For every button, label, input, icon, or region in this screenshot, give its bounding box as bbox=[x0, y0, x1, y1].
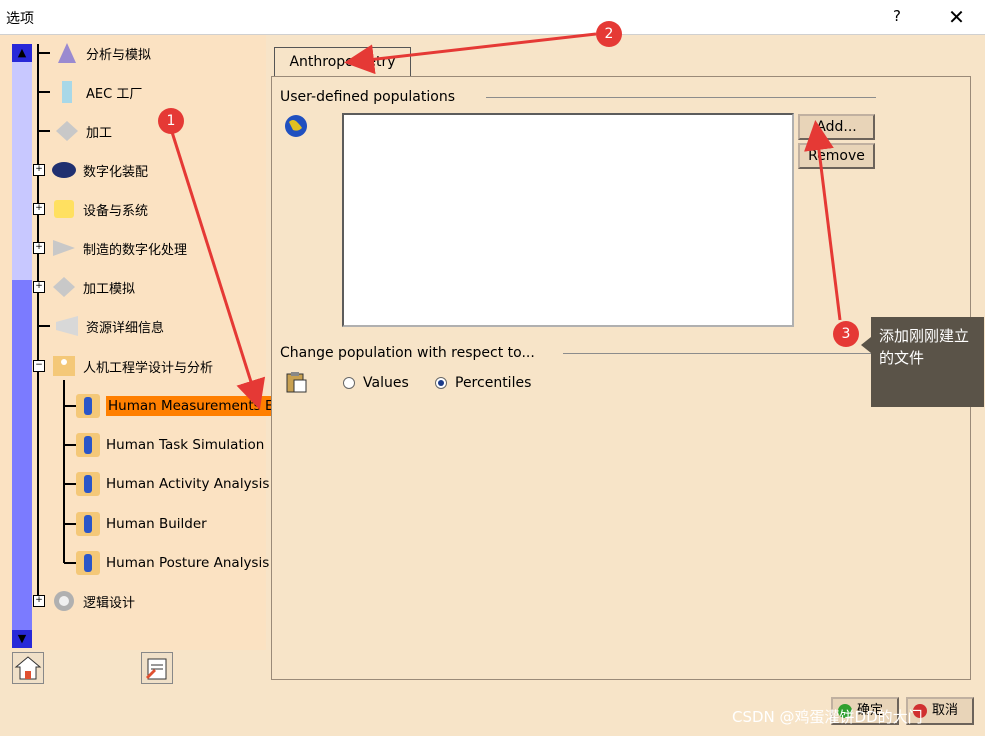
digital-assembly-icon bbox=[51, 158, 77, 182]
add-button[interactable]: Add... bbox=[798, 114, 875, 140]
user-defined-populations-label: User-defined populations bbox=[280, 89, 455, 105]
tree-node-machining-simulation[interactable]: + 加工模拟 bbox=[33, 272, 135, 302]
annotation-badge-2: 2 bbox=[596, 21, 622, 47]
home-tool-icon[interactable] bbox=[12, 652, 44, 684]
resource-details-icon bbox=[54, 314, 80, 338]
radio-dot-selected-icon[interactable] bbox=[435, 377, 447, 389]
tree-node-ergonomics[interactable]: − 人机工程学设计与分析 bbox=[33, 351, 213, 381]
globe-icon bbox=[284, 114, 308, 138]
group-divider bbox=[563, 353, 873, 354]
tree-node-resource-details[interactable]: 资源详细信息 bbox=[38, 311, 164, 341]
expand-icon[interactable]: + bbox=[33, 242, 45, 254]
tree-child-human-task-simulation[interactable]: Human Task Simulation bbox=[64, 430, 264, 460]
window-title: 选项 bbox=[6, 11, 34, 27]
annotation-badge-3: 3 bbox=[833, 321, 859, 347]
ergonomics-icon bbox=[51, 354, 77, 378]
expand-icon[interactable]: + bbox=[33, 595, 45, 607]
tree-scrollbar[interactable]: ▲ ▼ bbox=[12, 44, 32, 648]
title-bar: 选项 ? ✕ bbox=[0, 0, 985, 35]
tree-node-logic-design[interactable]: + 逻辑设计 bbox=[33, 586, 135, 616]
machining-simulation-icon bbox=[51, 275, 77, 299]
radio-dot-icon[interactable] bbox=[343, 377, 355, 389]
tree-node-equipment-systems[interactable]: + 设备与系统 bbox=[33, 194, 148, 224]
digital-manufacturing-icon bbox=[51, 236, 77, 260]
annotation-badge-1: 1 bbox=[158, 108, 184, 134]
tree-node-digital-assembly[interactable]: + 数字化装配 bbox=[33, 155, 148, 185]
tree-child-human-activity-analysis[interactable]: Human Activity Analysis bbox=[64, 469, 269, 499]
change-population-label: Change population with respect to... bbox=[280, 345, 535, 361]
equipment-systems-icon bbox=[51, 197, 77, 221]
close-button[interactable]: ✕ bbox=[928, 0, 985, 34]
remove-button[interactable]: Remove bbox=[798, 143, 875, 169]
expand-icon[interactable]: + bbox=[33, 281, 45, 293]
human-posture-analysis-icon bbox=[76, 551, 100, 575]
expand-icon[interactable]: + bbox=[33, 203, 45, 215]
human-builder-icon bbox=[76, 512, 100, 536]
populations-list[interactable] bbox=[342, 113, 794, 327]
aec-factory-icon bbox=[54, 80, 80, 104]
logic-design-icon bbox=[51, 589, 77, 613]
tree-node-aec[interactable]: AEC 工厂 bbox=[38, 77, 142, 107]
machining-icon bbox=[54, 119, 80, 143]
collapse-icon[interactable]: − bbox=[33, 360, 45, 372]
tree-child-human-posture-analysis[interactable]: Human Posture Analysis bbox=[64, 548, 269, 578]
tree-node-machining[interactable]: 加工 bbox=[38, 116, 112, 146]
analysis-icon bbox=[54, 41, 80, 65]
tab-anthropometry[interactable]: Anthropometry bbox=[274, 47, 411, 76]
values-radio[interactable]: Values bbox=[343, 375, 409, 391]
percentiles-radio[interactable]: Percentiles bbox=[435, 375, 531, 391]
annotation-tooltip: 添加刚刚建立的文件 bbox=[861, 317, 984, 407]
watermark: CSDN @鸡蛋灌饼DD的大门 bbox=[732, 708, 923, 726]
scroll-down-button[interactable]: ▼ bbox=[12, 630, 32, 648]
human-activity-analysis-icon bbox=[76, 472, 100, 496]
human-task-simulation-icon bbox=[76, 433, 100, 457]
clipboard-icon bbox=[284, 370, 308, 394]
tree-child-human-builder[interactable]: Human Builder bbox=[64, 509, 207, 539]
scroll-thumb[interactable] bbox=[12, 280, 32, 632]
scroll-up-button[interactable]: ▲ bbox=[12, 44, 32, 62]
tree-node-digital-manufacturing[interactable]: + 制造的数字化处理 bbox=[33, 233, 187, 263]
help-button[interactable]: ? bbox=[872, 0, 922, 34]
tree-node-analysis[interactable]: 分析与模拟 bbox=[38, 38, 151, 68]
reset-tool-icon[interactable] bbox=[141, 652, 173, 684]
group-divider bbox=[486, 97, 876, 98]
human-measurements-icon bbox=[76, 394, 100, 418]
expand-icon[interactable]: + bbox=[33, 164, 45, 176]
tree-child-human-measurements[interactable]: Human Measurements E bbox=[64, 391, 276, 421]
